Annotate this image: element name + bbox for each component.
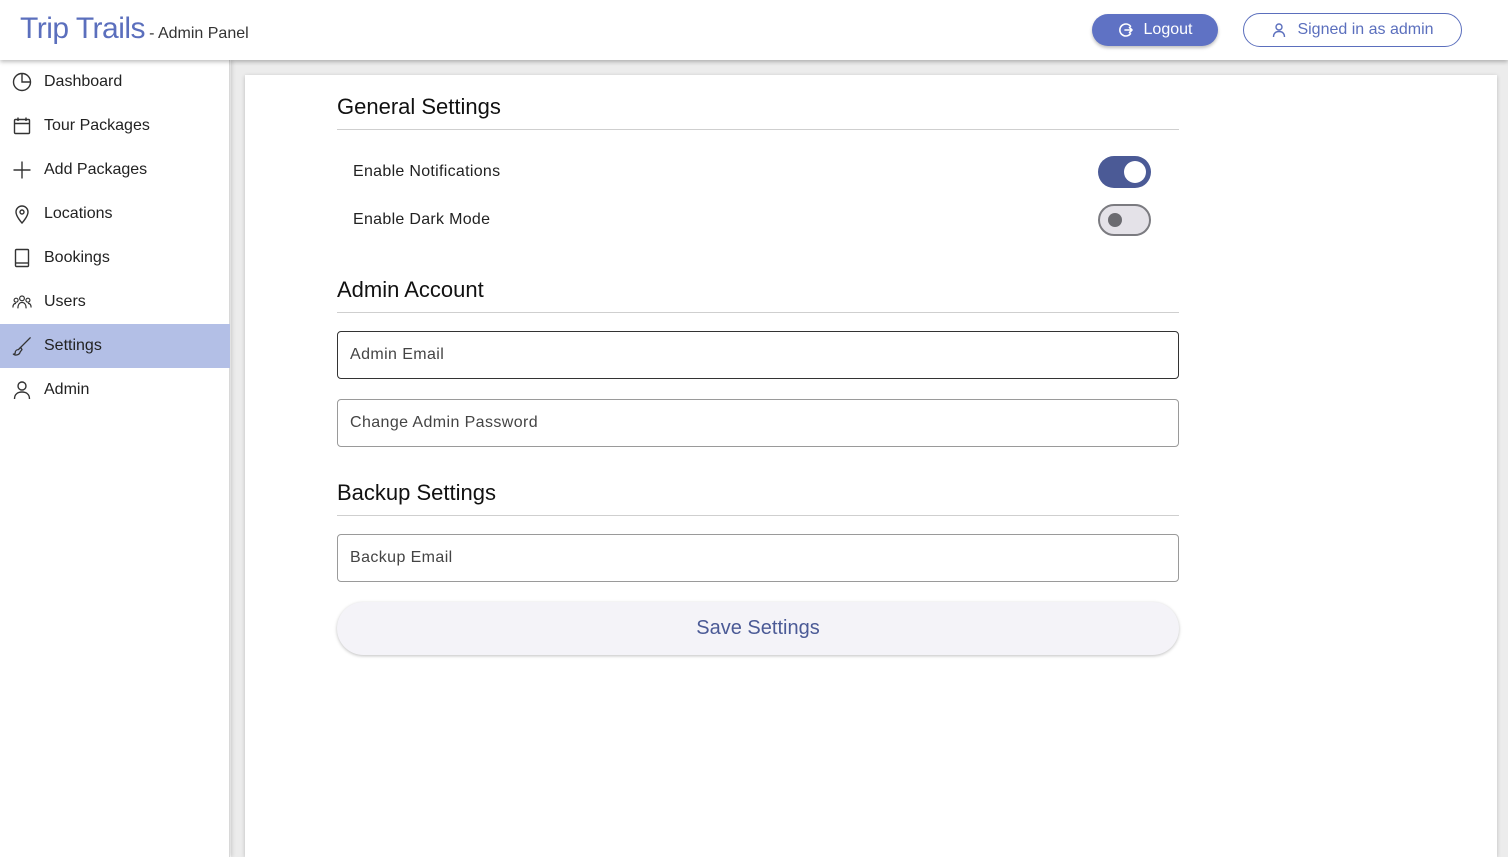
sidebar-item-label: Settings <box>44 337 102 354</box>
toggle-knob <box>1124 161 1146 183</box>
pie-chart-icon <box>12 72 32 92</box>
brand-subtitle: - Admin Panel <box>149 25 249 42</box>
notifications-toggle[interactable] <box>1098 156 1151 188</box>
user-icon <box>1271 22 1287 38</box>
map-pin-icon <box>12 204 32 224</box>
sidebar-item-dashboard[interactable]: Dashboard <box>0 60 230 104</box>
sidebar-item-bookings[interactable]: Bookings <box>0 236 230 280</box>
sidebar-item-label: Dashboard <box>44 73 123 90</box>
toggle-knob <box>1108 213 1122 227</box>
sidebar-item-tour-packages[interactable]: Tour Packages <box>0 104 230 148</box>
sidebar-item-admin[interactable]: Admin <box>0 368 230 412</box>
sidebar-item-label: Tour Packages <box>44 117 150 134</box>
logout-icon <box>1118 22 1134 38</box>
signed-in-button[interactable]: Signed in as admin <box>1243 13 1462 47</box>
signed-in-label: Signed in as admin <box>1297 21 1434 38</box>
sidebar-item-add-packages[interactable]: Add Packages <box>0 148 230 192</box>
backup-email-field <box>337 534 1179 582</box>
admin-email-field <box>337 331 1179 379</box>
settings-card <box>245 75 1497 857</box>
logout-button[interactable]: Logout <box>1092 14 1218 46</box>
brand: Trip Trails - Admin Panel <box>20 12 249 46</box>
notifications-label: Enable Notifications <box>353 163 501 180</box>
sidebar-item-label: Locations <box>44 205 113 222</box>
plus-icon <box>12 160 32 180</box>
book-icon <box>12 248 32 268</box>
sidebar-item-settings[interactable]: Settings <box>0 324 230 368</box>
sidebar: Dashboard Tour Packages Add Packages Loc… <box>0 60 230 857</box>
sidebar-item-label: Admin <box>44 381 90 398</box>
logout-label: Logout <box>1143 21 1193 38</box>
dark-mode-label: Enable Dark Mode <box>353 211 491 228</box>
sidebar-item-locations[interactable]: Locations <box>0 192 230 236</box>
admin-account-title: Admin Account <box>337 277 484 302</box>
general-settings-title: General Settings <box>337 94 501 119</box>
user-icon <box>12 380 32 400</box>
brand-name[interactable]: Trip Trails <box>20 12 146 46</box>
users-icon <box>12 292 32 312</box>
sidebar-item-label: Users <box>44 293 86 310</box>
sidebar-item-label: Add Packages <box>44 161 148 178</box>
sidebar-item-users[interactable]: Users <box>0 280 230 324</box>
admin-password-input[interactable] <box>338 400 1178 446</box>
dark-mode-toggle[interactable] <box>1098 204 1151 236</box>
sidebar-item-label: Bookings <box>44 249 110 266</box>
admin-password-field <box>337 399 1179 447</box>
backup-email-input[interactable] <box>338 535 1178 581</box>
admin-email-input[interactable] <box>338 332 1178 378</box>
backup-settings-title: Backup Settings <box>337 480 496 505</box>
divider <box>337 312 1179 313</box>
brush-icon <box>12 336 32 356</box>
top-header: Trip Trails - Admin Panel Logout Signed … <box>0 0 1508 60</box>
save-settings-button[interactable]: Save Settings <box>337 602 1179 655</box>
divider <box>337 515 1179 516</box>
divider <box>337 129 1179 130</box>
calendar-icon <box>12 116 32 136</box>
